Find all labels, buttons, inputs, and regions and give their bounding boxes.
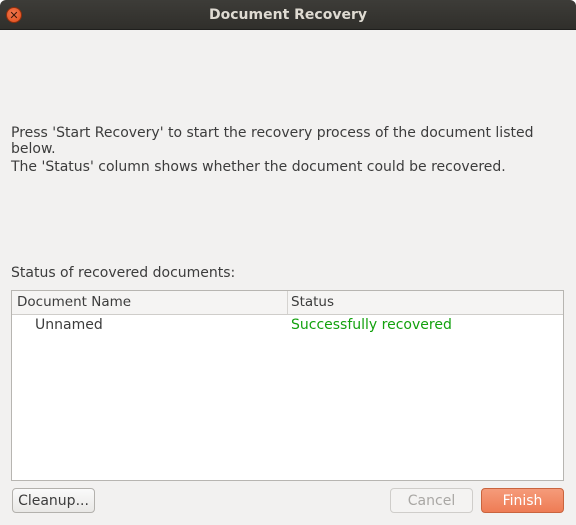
status-cell: Successfully recovered <box>291 317 452 333</box>
cancel-button-label: Cancel <box>407 492 456 509</box>
intro-text-2: The 'Status' column shows whether the do… <box>11 159 506 175</box>
document-name-cell: Unnamed <box>35 317 103 333</box>
status-section-label: Status of recovered documents: <box>11 265 236 281</box>
cleanup-button[interactable]: Cleanup... <box>12 488 95 513</box>
cancel-button[interactable]: Cancel <box>390 488 473 513</box>
table-header: Document Name Status <box>12 291 563 315</box>
finish-button[interactable]: Finish <box>481 488 564 513</box>
recovered-documents-table[interactable]: Document Name Status Unnamed Successfull… <box>11 290 564 481</box>
close-icon[interactable]: ✕ <box>6 7 22 23</box>
finish-button-label: Finish <box>502 492 543 509</box>
column-header-document-name[interactable]: Document Name <box>12 291 288 314</box>
intro-text-1: Press 'Start Recovery' to start the reco… <box>11 125 534 157</box>
window-title: Document Recovery <box>209 7 367 23</box>
title-bar[interactable]: Document Recovery ✕ <box>0 0 576 30</box>
table-row[interactable]: Unnamed Successfully recovered <box>12 315 563 337</box>
column-header-status[interactable]: Status <box>288 291 563 314</box>
cleanup-button-label: Cleanup... <box>18 492 89 509</box>
document-recovery-dialog: Document Recovery ✕ Press 'Start Recover… <box>0 0 576 525</box>
